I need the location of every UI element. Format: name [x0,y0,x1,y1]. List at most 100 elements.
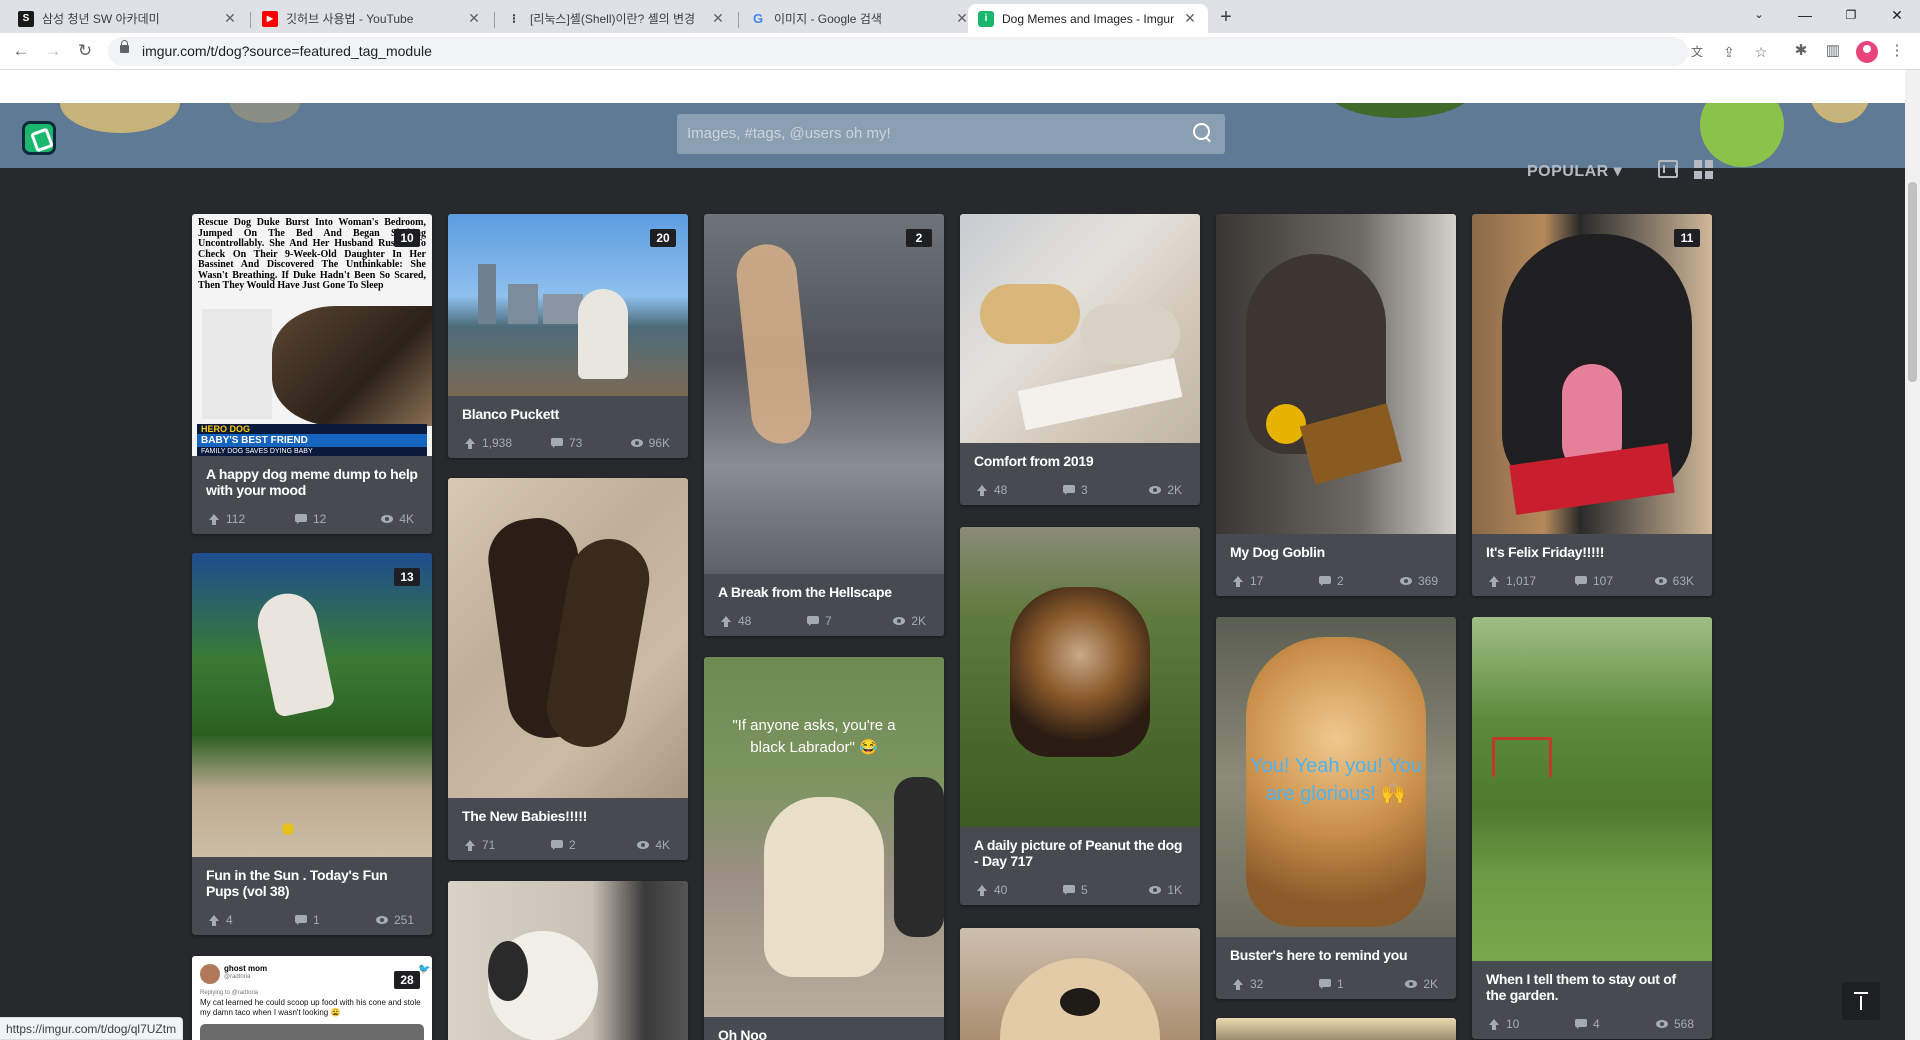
post-card[interactable]: When I tell them to stay out of the gard… [1472,617,1712,1039]
post-title[interactable]: It's Felix Friday!!!!! [1472,534,1712,560]
post-thumbnail[interactable]: 13 [192,553,432,857]
translate-icon[interactable]: 文 [1688,43,1706,61]
close-tab-icon[interactable]: ✕ [466,10,482,27]
post-card[interactable]: 2 A Break from the Hellscape 48 7 2K [704,214,944,636]
upvote-stat[interactable]: 40 [976,883,1007,897]
upvote-stat[interactable]: 1,938 [464,436,512,450]
kebab-menu-icon[interactable]: ⋮ [1886,40,1908,62]
page-scrollbar[interactable] [1905,70,1920,1040]
post-title[interactable]: Fun in the Sun . Today's Fun Pups (vol 3… [192,857,432,899]
post-title[interactable]: Buster's here to remind you [1216,937,1456,963]
search-icon[interactable] [1193,123,1213,143]
restore-button[interactable]: ❐ [1828,0,1874,33]
tab-ssafy[interactable]: S 삼성 청년 SW 아카데미 ✕ [8,4,248,33]
search-bar[interactable]: Images, #tags, @users oh my! [677,114,1225,154]
post-thumbnail[interactable] [1472,617,1712,961]
decor-leaf-shape [1330,103,1470,118]
imgur-page: Images, #tags, @users oh my! POPULAR ▾ R… [0,70,1905,1040]
close-tab-icon[interactable]: ✕ [222,10,238,27]
post-title[interactable]: When I tell them to stay out of the gard… [1472,961,1712,1003]
comment-stat: 4 [1575,1017,1600,1031]
post-thumbnail[interactable] [1216,1018,1456,1040]
post-card[interactable] [960,928,1200,1040]
tab-youtube[interactable]: ▶ 깃허브 사용법 - YouTube ✕ [252,4,492,33]
post-thumbnail[interactable] [960,527,1200,827]
post-card[interactable] [448,881,688,1040]
share-icon[interactable]: ⇪ [1720,43,1738,61]
post-card[interactable]: My Dog Goblin 17 2 369 [1216,214,1456,596]
imgur-logo[interactable] [22,121,56,155]
post-title[interactable]: A Break from the Hellscape [704,574,944,600]
post-card[interactable]: You! Yeah you! You are glorious! 🙌 Buste… [1216,617,1456,999]
upvote-stat[interactable]: 10 [1488,1017,1519,1031]
post-card[interactable]: The New Babies!!!!! 71 2 4K [448,478,688,860]
news-caption-text: Rescue Dog Duke Burst Into Woman's Bedro… [198,217,426,291]
sort-dropdown[interactable]: POPULAR ▾ [1527,161,1622,181]
post-title[interactable]: Comfort from 2019 [960,443,1200,469]
swing-set-image [1492,737,1552,777]
address-bar[interactable]: imgur.com/t/dog?source=featured_tag_modu… [108,37,1767,66]
back-arrow-icon[interactable]: ← [9,39,33,63]
extensions-puzzle-icon[interactable]: ✱ [1790,40,1812,62]
post-title[interactable]: My Dog Goblin [1216,534,1456,560]
post-card[interactable]: "If anyone asks, you're a black Labrador… [704,657,944,1040]
tab-imgur-active[interactable]: i Dog Memes and Images - Imgur ✕ [968,4,1208,33]
scrollbar-thumb[interactable] [1908,182,1917,382]
post-title[interactable]: A happy dog meme dump to help with your … [192,456,432,498]
forward-arrow-icon[interactable]: → [41,39,65,63]
post-thumbnail[interactable]: 11 [1472,214,1712,534]
post-card[interactable]: 11 It's Felix Friday!!!!! 1,017 107 63K [1472,214,1712,596]
tab-linux-shell[interactable]: ⁝ [리눅스]셸(Shell)이란? 셸의 변경 ✕ [496,4,736,33]
post-title[interactable]: Blanco Puckett [448,396,688,422]
side-panel-icon[interactable]: ▥ [1822,40,1844,62]
post-card[interactable] [1216,1018,1456,1040]
post-card[interactable]: Rescue Dog Duke Burst Into Woman's Bedro… [192,214,432,534]
post-thumbnail[interactable]: 20 [448,214,688,396]
upvote-stat[interactable]: 4 [208,913,233,927]
bookmark-star-icon[interactable]: ☆ [1752,43,1770,61]
post-title[interactable]: Oh Noo [704,1017,944,1040]
post-card[interactable]: 20 Blanco Puckett 1,938 73 96K [448,214,688,458]
post-title[interactable]: A daily picture of Peanut the dog - Day … [960,827,1200,869]
post-thumbnail[interactable]: ghost mom @radtoria 🐦 Replying to @radto… [192,956,432,1040]
post-thumbnail[interactable]: "If anyone asks, you're a black Labrador… [704,657,944,1017]
upvote-stat[interactable]: 1,017 [1488,574,1536,588]
upvote-stat[interactable]: 71 [464,838,495,852]
post-thumbnail[interactable] [1216,214,1456,534]
close-tab-icon[interactable]: ✕ [710,10,726,27]
post-thumbnail[interactable] [960,214,1200,443]
url-text[interactable]: imgur.com/t/dog?source=featured_tag_modu… [142,43,432,59]
tab-search-chevron-icon[interactable]: ⌄ [1736,0,1782,33]
post-card[interactable]: Comfort from 2019 48 3 2K [960,214,1200,505]
profile-avatar[interactable] [1856,41,1878,63]
grid-view-icon[interactable] [1694,160,1714,179]
upvote-stat[interactable]: 48 [720,614,751,628]
upvote-stat[interactable]: 112 [208,512,245,526]
tab-google-images[interactable]: G 이미지 - Google 검색 ✕ [740,4,980,33]
upvote-stat[interactable]: 48 [976,483,1007,497]
post-thumbnail[interactable]: Rescue Dog Duke Burst Into Woman's Bedro… [192,214,432,456]
post-title[interactable]: The New Babies!!!!! [448,798,688,824]
post-thumbnail[interactable] [448,881,688,1040]
image-count-badge: 2 [906,229,932,247]
upvote-stat[interactable]: 17 [1232,574,1263,588]
post-card[interactable]: A daily picture of Peanut the dog - Day … [960,527,1200,905]
search-input[interactable]: Images, #tags, @users oh my! [687,125,891,142]
close-tab-icon[interactable]: ✕ [1182,10,1198,27]
post-thumbnail[interactable] [960,928,1200,1040]
post-thumbnail[interactable] [448,478,688,798]
post-card[interactable]: 13 Fun in the Sun . Today's Fun Pups (vo… [192,553,432,935]
minimize-button[interactable]: — [1782,0,1828,33]
upvote-icon [208,914,220,926]
reload-icon[interactable]: ↻ [73,39,97,63]
list-view-icon[interactable] [1658,160,1678,178]
blog-favicon-icon: ⁝ [511,10,517,26]
post-thumbnail[interactable]: You! Yeah you! You are glorious! 🙌 [1216,617,1456,937]
scroll-to-top-button[interactable] [1842,982,1880,1020]
post-thumbnail[interactable]: 2 [704,214,944,574]
upvote-stat[interactable]: 32 [1232,977,1263,991]
post-card[interactable]: ghost mom @radtoria 🐦 Replying to @radto… [192,956,432,1040]
new-tab-button[interactable]: + [1214,6,1238,30]
window-close-button[interactable]: ✕ [1874,0,1920,33]
views-stat: 4K [637,838,670,852]
